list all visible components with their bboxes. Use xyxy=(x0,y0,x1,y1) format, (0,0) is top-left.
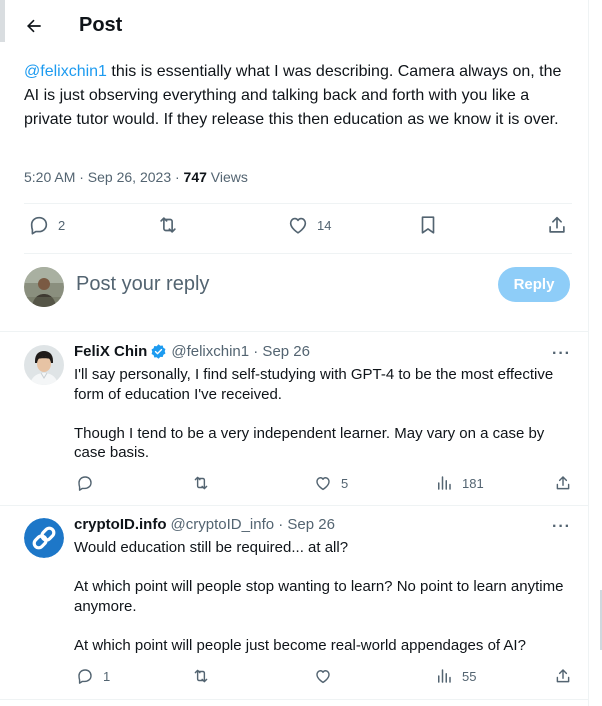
tweet-header: FeliX Chin @felixchin1 · Sep 26 xyxy=(74,343,310,360)
divider xyxy=(0,505,588,506)
felix-avatar[interactable] xyxy=(24,345,64,385)
back-button[interactable] xyxy=(20,12,48,40)
views-action[interactable]: 181 xyxy=(435,474,484,492)
reply-icon xyxy=(78,669,92,684)
arrow-left-icon xyxy=(27,19,41,33)
post-page: Post @felixchin1 this is essentially wha… xyxy=(0,0,588,706)
author-handle[interactable]: @cryptoID_info · Sep 26 xyxy=(171,516,335,533)
reply-action[interactable]: 2 xyxy=(28,214,65,236)
mention-link[interactable]: @felixchin1 xyxy=(24,63,107,80)
tweet-actions: 5 181 xyxy=(74,474,574,496)
tweet-actions: 1 55 xyxy=(74,667,574,689)
reply-action[interactable] xyxy=(76,474,103,492)
like-action[interactable] xyxy=(314,667,332,685)
post-meta: 5:20 AM · Sep 26, 2023 · 747 Views xyxy=(24,169,248,185)
page-header: Post xyxy=(0,0,588,52)
share-icon xyxy=(556,669,570,683)
chain-link-logo-icon xyxy=(24,518,64,558)
tweet-paragraph: I'll say personally, I find self-studyin… xyxy=(74,366,554,403)
heart-icon xyxy=(316,670,330,684)
analytics-icon xyxy=(438,669,451,683)
views-label: Views xyxy=(206,169,248,185)
divider xyxy=(0,331,588,332)
felix-avatar-image xyxy=(24,345,64,385)
repost-action[interactable] xyxy=(192,474,210,492)
like-count: 14 xyxy=(317,217,332,233)
repost-action[interactable] xyxy=(192,667,210,685)
like-action[interactable]: 5 xyxy=(314,474,348,492)
repost-action[interactable] xyxy=(157,214,179,236)
share-icon xyxy=(549,216,565,233)
tweet-header: cryptoID.info @cryptoID_info · Sep 26 xyxy=(74,516,335,533)
views-count: 747 xyxy=(183,169,207,185)
more-options-button[interactable]: ··· xyxy=(552,345,571,363)
user-avatar-image xyxy=(24,267,64,307)
reply-icon xyxy=(78,476,92,491)
verified-badge-icon xyxy=(151,344,166,359)
share-icon xyxy=(556,476,570,490)
cryptoid-avatar[interactable] xyxy=(24,518,64,558)
analytics-icon xyxy=(438,476,451,490)
reply-action[interactable]: 1 xyxy=(76,667,110,685)
tweet-paragraph: At which point will people stop wanting … xyxy=(74,578,564,615)
views-action[interactable]: 55 xyxy=(435,667,476,685)
reply-icon xyxy=(30,216,48,235)
author-handle[interactable]: @felixchin1 · Sep 26 xyxy=(171,343,310,360)
divider xyxy=(24,203,572,204)
bookmark-action[interactable] xyxy=(417,214,439,236)
tweet-paragraph: Though I tend to be a very independent l… xyxy=(74,424,545,462)
tweet-paragraph: Would education still be required... at … xyxy=(74,539,349,556)
tweet-text: I'll say personally, I find self-studyin… xyxy=(74,365,574,463)
reply-count: 1 xyxy=(103,668,111,684)
reply-button[interactable]: Reply xyxy=(498,267,570,302)
heart-icon xyxy=(289,217,307,234)
tweet-paragraph: At which point will people just become r… xyxy=(74,636,526,654)
more-options-button[interactable]: ··· xyxy=(552,518,571,536)
tweet-text: Would education still be required... at … xyxy=(74,538,574,655)
post-text: @felixchin1 this is essentially what I w… xyxy=(24,60,572,132)
like-count: 5 xyxy=(341,475,349,491)
divider xyxy=(0,699,588,700)
repost-icon xyxy=(194,669,208,683)
post-actions: 2 14 xyxy=(24,214,572,242)
share-action[interactable] xyxy=(554,474,572,492)
author-name[interactable]: FeliX Chin xyxy=(74,343,147,360)
reply-composer: Post your reply Reply xyxy=(24,267,572,307)
share-action[interactable] xyxy=(546,214,568,236)
repost-icon xyxy=(194,476,208,490)
author-name[interactable]: cryptoID.info xyxy=(74,516,167,533)
repost-icon xyxy=(160,217,176,233)
user-avatar[interactable] xyxy=(24,267,64,307)
post-timestamp[interactable]: 5:20 AM · Sep 26, 2023 · xyxy=(24,169,184,185)
like-action[interactable]: 14 xyxy=(287,214,331,236)
bookmark-icon xyxy=(421,216,435,234)
views-count: 55 xyxy=(462,668,477,684)
reply-tweet[interactable]: cryptoID.info @cryptoID_info · Sep 26 ··… xyxy=(0,516,588,696)
heart-icon xyxy=(316,477,330,491)
share-action[interactable] xyxy=(554,667,572,685)
reply-tweet[interactable]: FeliX Chin @felixchin1 · Sep 26 ··· I'll… xyxy=(0,343,588,505)
views-count: 181 xyxy=(462,475,484,491)
column-border xyxy=(588,0,589,706)
reply-count: 2 xyxy=(58,217,66,233)
page-title: Post xyxy=(79,14,123,36)
reply-input[interactable]: Post your reply xyxy=(76,273,436,296)
divider xyxy=(24,253,572,254)
